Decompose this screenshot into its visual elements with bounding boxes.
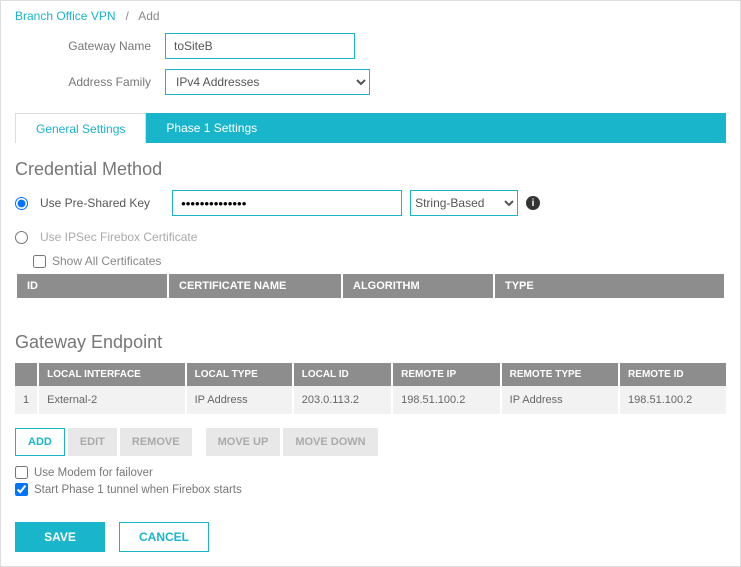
use-cert-label: Use IPSec Firebox Certificate: [40, 230, 197, 244]
psk-input[interactable]: [172, 190, 402, 216]
start-phase1-checkbox[interactable]: [15, 483, 28, 496]
cancel-button[interactable]: CANCEL: [119, 522, 209, 552]
cert-header-id: ID: [17, 274, 167, 298]
tab-phase1-settings[interactable]: Phase 1 Settings: [146, 113, 277, 143]
credential-method-heading: Credential Method: [15, 159, 726, 180]
modem-failover-checkbox[interactable]: [15, 466, 28, 479]
tab-general-settings[interactable]: General Settings: [15, 113, 146, 143]
endpoint-row-rt: IP Address: [502, 386, 620, 414]
endpoint-header-lid: LOCAL ID: [294, 363, 393, 386]
endpoint-row-rip: 198.51.100.2: [393, 386, 502, 414]
psk-type-select[interactable]: String-Based: [410, 190, 518, 216]
address-family-select[interactable]: IPv4 Addresses: [165, 69, 370, 95]
move-up-button[interactable]: MOVE UP: [206, 428, 281, 456]
endpoint-header-num: [15, 363, 39, 386]
show-all-certs-label: Show All Certificates: [52, 254, 161, 268]
endpoint-row-lt: IP Address: [187, 386, 294, 414]
endpoint-header-li: LOCAL INTERFACE: [39, 363, 186, 386]
use-cert-radio[interactable]: [15, 231, 28, 244]
gateway-endpoint-heading: Gateway Endpoint: [15, 332, 726, 353]
endpoint-header-rid: REMOTE ID: [620, 363, 726, 386]
cert-header-name: CERTIFICATE NAME: [169, 274, 341, 298]
tabs: General Settings Phase 1 Settings: [15, 113, 726, 143]
endpoint-header-rt: REMOTE TYPE: [502, 363, 620, 386]
add-button[interactable]: ADD: [15, 428, 65, 456]
table-row[interactable]: 1 External-2 IP Address 203.0.113.2 198.…: [15, 386, 726, 414]
start-phase1-label: Start Phase 1 tunnel when Firebox starts: [34, 484, 242, 496]
breadcrumb-current: Add: [138, 9, 159, 23]
address-family-label: Address Family: [15, 75, 165, 89]
endpoint-row-rid: 198.51.100.2: [620, 386, 726, 414]
show-all-certs-checkbox[interactable]: [33, 255, 46, 268]
endpoint-row-li: External-2: [39, 386, 186, 414]
breadcrumb: Branch Office VPN / Add: [15, 9, 726, 23]
breadcrumb-parent[interactable]: Branch Office VPN: [15, 9, 116, 23]
endpoint-header-rip: REMOTE IP: [393, 363, 502, 386]
info-icon[interactable]: i: [526, 196, 540, 210]
gateway-name-label: Gateway Name: [15, 39, 165, 53]
endpoint-row-num: 1: [15, 386, 39, 414]
modem-failover-label: Use Modem for failover: [34, 467, 153, 479]
endpoint-row-lid: 203.0.113.2: [294, 386, 393, 414]
move-down-button[interactable]: MOVE DOWN: [283, 428, 377, 456]
endpoint-table: LOCAL INTERFACE LOCAL TYPE LOCAL ID REMO…: [15, 363, 726, 414]
use-psk-label: Use Pre-Shared Key: [40, 196, 150, 210]
certificate-table: ID CERTIFICATE NAME ALGORITHM TYPE: [15, 274, 726, 298]
breadcrumb-sep: [119, 9, 126, 23]
cert-header-type: TYPE: [495, 274, 724, 298]
endpoint-header-lt: LOCAL TYPE: [187, 363, 294, 386]
use-psk-radio[interactable]: [15, 197, 28, 210]
save-button[interactable]: SAVE: [15, 522, 105, 552]
cert-header-alg: ALGORITHM: [343, 274, 493, 298]
remove-button[interactable]: REMOVE: [120, 428, 192, 456]
gateway-name-input[interactable]: [165, 33, 355, 59]
edit-button[interactable]: EDIT: [68, 428, 117, 456]
